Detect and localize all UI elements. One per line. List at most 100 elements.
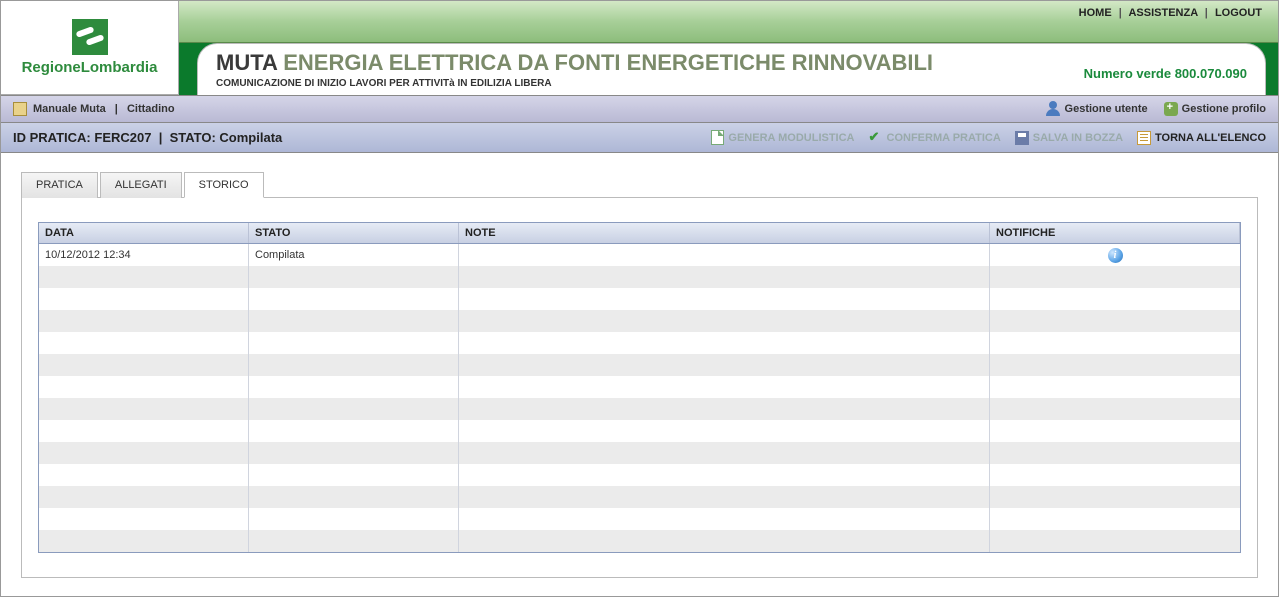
separator: | xyxy=(1205,7,1208,19)
action-torna-elenco[interactable]: TORNA ALL'ELENCO xyxy=(1137,131,1266,145)
cell-empty xyxy=(990,420,1240,442)
status-bar: ID PRATICA: FERC207 | STATO: Compilata G… xyxy=(1,123,1278,153)
cell-empty xyxy=(990,332,1240,354)
cell-empty xyxy=(249,310,459,332)
cell-empty xyxy=(39,530,249,552)
title-box: MUTA ENERGIA ELETTRICA DA FONTI ENERGETI… xyxy=(197,43,1266,95)
cell-empty xyxy=(990,530,1240,552)
cell-empty xyxy=(249,420,459,442)
cell-empty xyxy=(249,486,459,508)
id-pratica-prefix: ID PRATICA: xyxy=(13,130,91,145)
cell-empty xyxy=(39,420,249,442)
table-row-empty xyxy=(39,310,1240,332)
cell-empty xyxy=(249,266,459,288)
logo-mark-icon xyxy=(72,19,108,55)
cell-note xyxy=(459,244,990,266)
check-icon xyxy=(869,131,883,145)
manual-link[interactable]: Manuale Muta xyxy=(33,103,106,115)
cell-empty xyxy=(459,508,990,530)
table-row-empty xyxy=(39,376,1240,398)
separator: | xyxy=(112,103,121,115)
action-conferma-pratica: CONFERMA PRATICA xyxy=(869,131,1001,145)
table-row-empty xyxy=(39,266,1240,288)
title-row: MUTA ENERGIA ELETTRICA DA FONTI ENERGETI… xyxy=(179,43,1278,95)
cell-empty xyxy=(459,442,990,464)
manual-icon xyxy=(13,102,27,116)
logo-text: RegioneLombardia xyxy=(22,59,158,76)
col-header-stato[interactable]: STATO xyxy=(249,223,459,243)
action-conferma-label: CONFERMA PRATICA xyxy=(887,132,1001,144)
green-number-value: 800.070.090 xyxy=(1175,66,1247,81)
cell-data: 10/12/2012 12:34 xyxy=(39,244,249,266)
cell-empty xyxy=(990,464,1240,486)
cell-empty xyxy=(39,310,249,332)
table-row-empty xyxy=(39,486,1240,508)
cell-empty xyxy=(459,310,990,332)
cell-empty xyxy=(990,398,1240,420)
cell-empty xyxy=(459,288,990,310)
cell-empty xyxy=(990,486,1240,508)
table-row-empty xyxy=(39,508,1240,530)
table-row[interactable]: 10/12/2012 12:34Compilatai xyxy=(39,244,1240,266)
action-salva-label: SALVA IN BOZZA xyxy=(1033,132,1123,144)
grid-body: 10/12/2012 12:34Compilatai xyxy=(39,244,1240,552)
app-title-sub: ENERGIA ELETTRICA DA FONTI ENERGETICHE R… xyxy=(283,50,933,75)
app-title-main: MUTA xyxy=(216,50,277,75)
document-icon xyxy=(711,130,724,145)
nav-assistenza[interactable]: ASSISTENZA xyxy=(1128,7,1197,19)
action-torna-label: TORNA ALL'ELENCO xyxy=(1155,132,1266,144)
tabs: PRATICA ALLEGATI STORICO xyxy=(21,171,1258,198)
cell-empty xyxy=(990,266,1240,288)
cell-empty xyxy=(990,376,1240,398)
cell-empty xyxy=(249,398,459,420)
cell-empty xyxy=(39,266,249,288)
nav-home[interactable]: HOME xyxy=(1079,7,1112,19)
stato-value: Compilata xyxy=(219,130,282,145)
cell-empty xyxy=(39,376,249,398)
toolbar-row: Manuale Muta | Cittadino Gestione utente… xyxy=(1,95,1278,123)
nav-logout[interactable]: LOGOUT xyxy=(1215,7,1262,19)
action-genera-label: GENERA MODULISTICA xyxy=(728,132,854,144)
content-area: PRATICA ALLEGATI STORICO DATA STATO NOTE… xyxy=(1,153,1278,596)
grid-header: DATA STATO NOTE NOTIFICHE xyxy=(39,223,1240,244)
cell-empty xyxy=(39,508,249,530)
storico-grid: DATA STATO NOTE NOTIFICHE 10/12/2012 12:… xyxy=(38,222,1241,553)
cell-empty xyxy=(990,508,1240,530)
table-row-empty xyxy=(39,288,1240,310)
col-header-notifiche[interactable]: NOTIFICHE xyxy=(990,223,1240,243)
cell-empty xyxy=(249,508,459,530)
tab-storico[interactable]: STORICO xyxy=(184,172,264,198)
cell-empty xyxy=(249,530,459,552)
cell-empty xyxy=(459,464,990,486)
cell-empty xyxy=(990,288,1240,310)
cell-empty xyxy=(39,464,249,486)
separator: | xyxy=(1119,7,1122,19)
gestione-profilo-link[interactable]: Gestione profilo xyxy=(1164,102,1266,116)
cell-empty xyxy=(459,354,990,376)
col-header-data[interactable]: DATA xyxy=(39,223,249,243)
cell-empty xyxy=(990,442,1240,464)
list-icon xyxy=(1137,131,1151,145)
cell-empty xyxy=(39,486,249,508)
cell-empty xyxy=(249,354,459,376)
cell-empty xyxy=(39,442,249,464)
cell-empty xyxy=(249,288,459,310)
save-icon xyxy=(1015,131,1029,145)
cell-empty xyxy=(249,442,459,464)
gestione-utente-link[interactable]: Gestione utente xyxy=(1045,101,1148,117)
tab-panel-storico: DATA STATO NOTE NOTIFICHE 10/12/2012 12:… xyxy=(21,198,1258,578)
table-row-empty xyxy=(39,354,1240,376)
cell-empty xyxy=(249,332,459,354)
cell-empty xyxy=(39,288,249,310)
tab-pratica[interactable]: PRATICA xyxy=(21,172,98,198)
col-header-note[interactable]: NOTE xyxy=(459,223,990,243)
tab-allegati[interactable]: ALLEGATI xyxy=(100,172,182,198)
cell-empty xyxy=(459,398,990,420)
cell-empty xyxy=(249,376,459,398)
table-row-empty xyxy=(39,332,1240,354)
action-genera-modulistica: GENERA MODULISTICA xyxy=(711,130,854,145)
green-number: Numero verde 800.070.090 xyxy=(1084,66,1247,81)
info-icon[interactable]: i xyxy=(1108,248,1123,263)
status-text: ID PRATICA: FERC207 | STATO: Compilata xyxy=(13,130,282,145)
green-number-label: Numero verde xyxy=(1084,66,1171,81)
